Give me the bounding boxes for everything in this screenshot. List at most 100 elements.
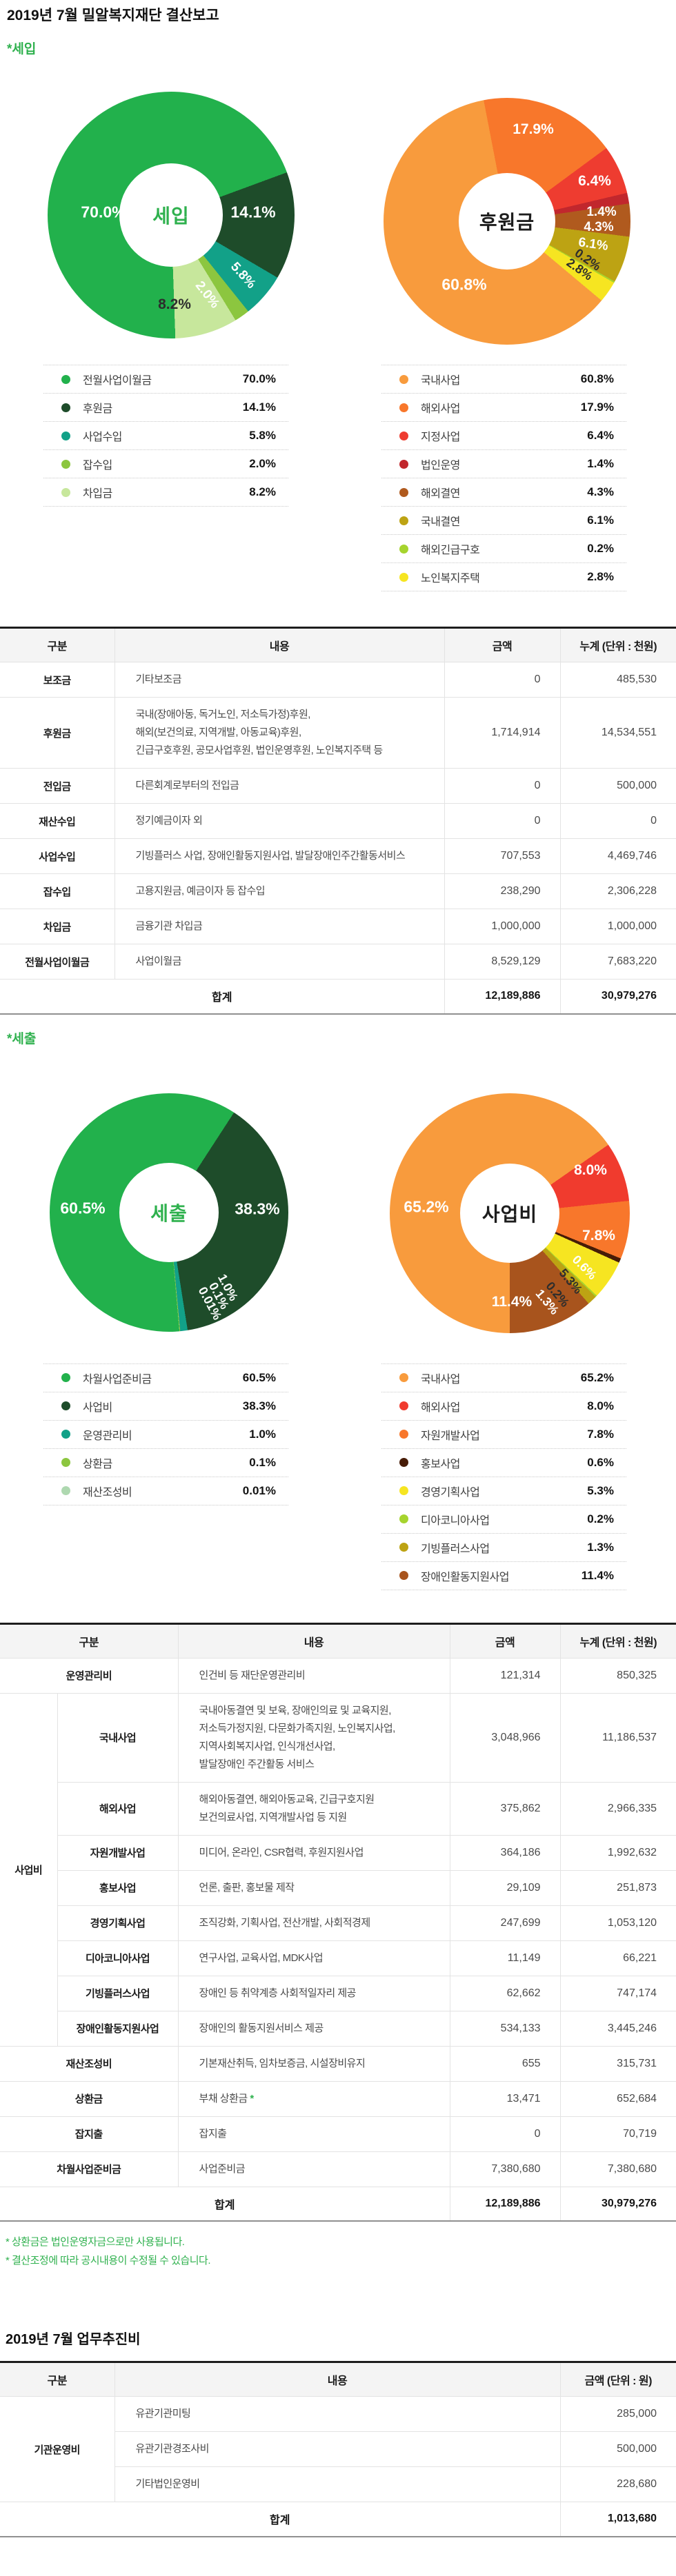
total-amount: 12,189,886 xyxy=(450,2187,560,2221)
legend-color-dot xyxy=(399,460,408,469)
legend-item-label: 해외결연 xyxy=(421,484,587,500)
legend-item-value: 1.0% xyxy=(249,1428,288,1441)
donut-center-label: 사업비 xyxy=(482,1199,537,1227)
legend-item-label: 노인복지주택 xyxy=(421,569,587,585)
row-label: 차월사업준비금 xyxy=(0,2151,178,2187)
row-content: 유관기관미팅 xyxy=(115,2397,560,2432)
row-label: 사업수입 xyxy=(0,839,115,874)
row-content: 국내(장애아동, 독거노인, 저소득가정)후원,해외(보건의료, 지역개발, 아… xyxy=(115,698,444,769)
table-row: 잡지출잡지출070,719 xyxy=(0,2116,676,2151)
donut-hole: 세출 xyxy=(119,1163,219,1262)
table-row: 상환금부채 상환금 *13,471652,684 xyxy=(0,2081,676,2116)
legend-item-value: 0.01% xyxy=(243,1484,288,1498)
legend-color-dot xyxy=(399,432,408,440)
legend-item-value: 7.8% xyxy=(587,1428,626,1441)
column-header: 구분 xyxy=(0,1623,178,1658)
footnote-star: * xyxy=(248,2093,254,2105)
row-content: 잡지출 xyxy=(178,2116,450,2151)
row-content: 기빙플러스 사업, 장애인활동지원사업, 발달장애인주간활동서비스 xyxy=(115,839,444,874)
donut-hole: 세입 xyxy=(119,163,223,267)
donut-percent-label: 65.2% xyxy=(404,1197,448,1216)
legend-item: 차월사업준비금60.5% xyxy=(43,1363,288,1392)
row-label: 재산수입 xyxy=(0,804,115,839)
legend-item: 국내사업60.8% xyxy=(381,365,626,393)
footnote: * 결산조정에 따라 공시내용이 수정될 수 있습니다. xyxy=(6,2251,676,2270)
revenue-charts-row: 세입70.0%14.1%5.8%2.0%8.2% 후원금60.8%17.9%6.… xyxy=(0,92,676,338)
row-label: 해외사업 xyxy=(57,1782,178,1835)
legend-item-label: 차월사업준비금 xyxy=(83,1370,243,1386)
table-row: 전월사업이월금사업이월금8,529,1297,683,220 xyxy=(0,944,676,980)
row-content: 고용지원금, 예금이자 등 잡수입 xyxy=(115,874,444,909)
total-label: 합계 xyxy=(0,2502,560,2537)
row-label: 보조금 xyxy=(0,662,115,698)
row-label: 자원개발사업 xyxy=(57,1835,178,1870)
legend-item-label: 국내사업 xyxy=(421,1370,581,1386)
row-amount: 0 xyxy=(444,769,560,804)
legend-color-dot xyxy=(399,516,408,525)
legend-item: 지정사업6.4% xyxy=(381,421,626,449)
donut-center-label: 세입 xyxy=(152,201,190,229)
row-total: 1,992,632 xyxy=(560,1835,676,1870)
legend-item-value: 0.6% xyxy=(587,1456,626,1470)
table-row: 잡수입고용지원금, 예금이자 등 잡수입238,2902,306,228 xyxy=(0,874,676,909)
row-amount: 13,471 xyxy=(450,2081,560,2116)
table-row: 차월사업준비금사업준비금7,380,6807,380,680 xyxy=(0,2151,676,2187)
legend-color-dot xyxy=(61,1458,70,1467)
row-content: 장애인 등 취약계층 사회적일자리 제공 xyxy=(178,1976,450,2011)
column-header: 내용 xyxy=(178,1623,450,1658)
row-amount: 121,314 xyxy=(450,1658,560,1693)
row-amount: 500,000 xyxy=(560,2432,676,2467)
legend-item-value: 8.0% xyxy=(587,1399,626,1413)
row-total: 7,380,680 xyxy=(560,2151,676,2187)
footnote: * 상환금은 법인운영자금으로만 사용됩니다. xyxy=(6,2233,676,2251)
row-amount: 0 xyxy=(444,662,560,698)
legend-item-value: 60.8% xyxy=(581,372,626,386)
legend-item-value: 5.3% xyxy=(587,1484,626,1498)
table-row: 기빙플러스사업장애인 등 취약계층 사회적일자리 제공62,662747,174 xyxy=(0,1976,676,2011)
legend-item-label: 법인운영 xyxy=(421,456,587,472)
column-header: 금액 (단위 : 원) xyxy=(560,2362,676,2397)
table-row: 재산수입정기예금이자 외00 xyxy=(0,804,676,839)
row-amount: 364,186 xyxy=(450,1835,560,1870)
project-cost-legend: 국내사업65.2%해외사업8.0%자원개발사업7.8%홍보사업0.6%경영기획사… xyxy=(381,1363,626,1590)
donut-percent-label: 8.2% xyxy=(158,296,191,313)
row-label: 장애인활동지원사업 xyxy=(57,2011,178,2046)
legend-color-dot xyxy=(399,573,408,582)
legend-item: 홍보사업0.6% xyxy=(381,1448,626,1477)
total-label: 합계 xyxy=(0,2187,450,2221)
donut-hole: 후원금 xyxy=(459,173,555,270)
row-content: 국내아동결연 및 보육, 장애인의료 및 교육지원,저소득가정지원, 다문화가족… xyxy=(178,1693,450,1782)
report-page: 2019년 7월 밀알복지재단 결산보고 *세입 세입70.0%14.1%5.8… xyxy=(0,0,676,2576)
row-total: 3,445,246 xyxy=(560,2011,676,2046)
row-content: 장애인의 활동지원서비스 제공 xyxy=(178,2011,450,2046)
legend-color-dot xyxy=(61,432,70,440)
donut-percent-label: 8.0% xyxy=(574,1162,607,1179)
expense-section-title: *세출 xyxy=(7,1031,676,1048)
row-amount: 707,553 xyxy=(444,839,560,874)
legend-color-dot xyxy=(399,1430,408,1439)
legend-color-dot xyxy=(399,488,408,497)
total-cumulative: 30,979,276 xyxy=(560,980,676,1014)
row-content: 정기예금이자 외 xyxy=(115,804,444,839)
donut-center-label: 후원금 xyxy=(479,207,535,235)
row-label: 홍보사업 xyxy=(57,1870,178,1905)
legend-item-label: 경영기획사업 xyxy=(421,1483,587,1499)
row-label: 경영기획사업 xyxy=(57,1905,178,1940)
row-total: 652,684 xyxy=(560,2081,676,2116)
legend-item-label: 지정사업 xyxy=(421,427,587,444)
row-amount: 285,000 xyxy=(560,2397,676,2432)
legend-item: 사업수입5.8% xyxy=(43,421,288,449)
legend-item-value: 11.4% xyxy=(581,1569,626,1583)
legend-color-dot xyxy=(399,1543,408,1552)
legend-item-label: 해외긴급구호 xyxy=(421,540,587,557)
legend-item-value: 0.2% xyxy=(587,542,626,556)
group-label: 사업비 xyxy=(0,1693,57,2046)
row-label: 국내사업 xyxy=(57,1693,178,1782)
row-content: 해외아동결연, 해외아동교육, 긴급구호지원보건의료사업, 지역개발사업 등 지… xyxy=(178,1782,450,1835)
legend-item: 해외결연4.3% xyxy=(381,478,626,506)
table-row: 자원개발사업미디어, 온라인, CSR협력, 후원지원사업364,1861,99… xyxy=(0,1835,676,1870)
donut-percent-label: 14.1% xyxy=(230,203,275,222)
legend-item-value: 38.3% xyxy=(243,1399,288,1413)
legend-item: 해외사업8.0% xyxy=(381,1392,626,1420)
row-amount: 655 xyxy=(450,2046,560,2081)
